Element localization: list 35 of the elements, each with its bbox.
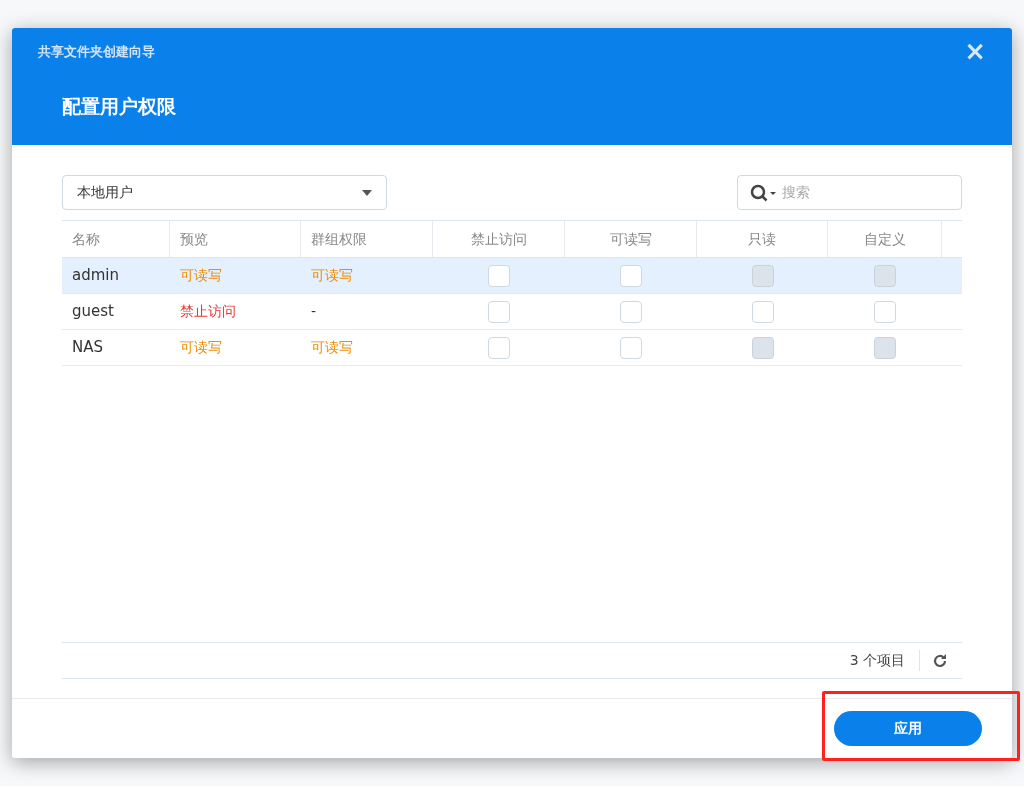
dialog-heading: 配置用户权限 <box>62 93 177 119</box>
user-name: NAS <box>71 337 104 359</box>
column-header: 只读 <box>697 221 828 257</box>
preview-permission: 可读写 <box>179 266 223 285</box>
preview-permission: 可读写 <box>179 338 223 357</box>
user-type-dropdown[interactable]: 本地用户 <box>62 175 387 210</box>
column-header: 名称 <box>62 221 170 257</box>
search-icon <box>750 183 776 202</box>
dialog-title: 共享文件夹创建向导 <box>38 43 155 61</box>
preview-permission: 禁止访问 <box>179 302 237 321</box>
column-header: 自定义 <box>828 221 942 257</box>
caret-icon <box>362 189 372 196</box>
column-header: 预览 <box>170 221 301 257</box>
checkbox[interactable] <box>488 300 510 323</box>
group-permission: 可读写 <box>310 266 354 285</box>
table-row[interactable]: admin 可读写 可读写 <box>62 258 962 294</box>
user-name: guest <box>71 301 115 323</box>
refresh-icon[interactable] <box>932 652 948 669</box>
user-name: admin <box>71 265 120 287</box>
column-header: 可读写 <box>565 221 697 257</box>
group-permission: - <box>310 302 318 321</box>
checkbox[interactable] <box>620 336 642 359</box>
checkbox[interactable] <box>620 264 642 287</box>
search-box[interactable]: 搜索 <box>737 175 962 210</box>
checkbox[interactable] <box>488 264 510 287</box>
search-input[interactable]: 搜索 <box>782 182 932 203</box>
apply-button[interactable]: 应用 <box>834 711 982 746</box>
checkbox[interactable] <box>874 300 896 323</box>
item-count: 3 个项目 <box>849 650 920 671</box>
checkbox[interactable] <box>620 300 642 323</box>
checkbox[interactable] <box>488 336 510 359</box>
column-header: 禁止访问 <box>433 221 565 257</box>
group-permission: 可读写 <box>310 338 354 357</box>
checkbox[interactable] <box>751 300 774 323</box>
column-header: 群组权限 <box>301 221 433 257</box>
